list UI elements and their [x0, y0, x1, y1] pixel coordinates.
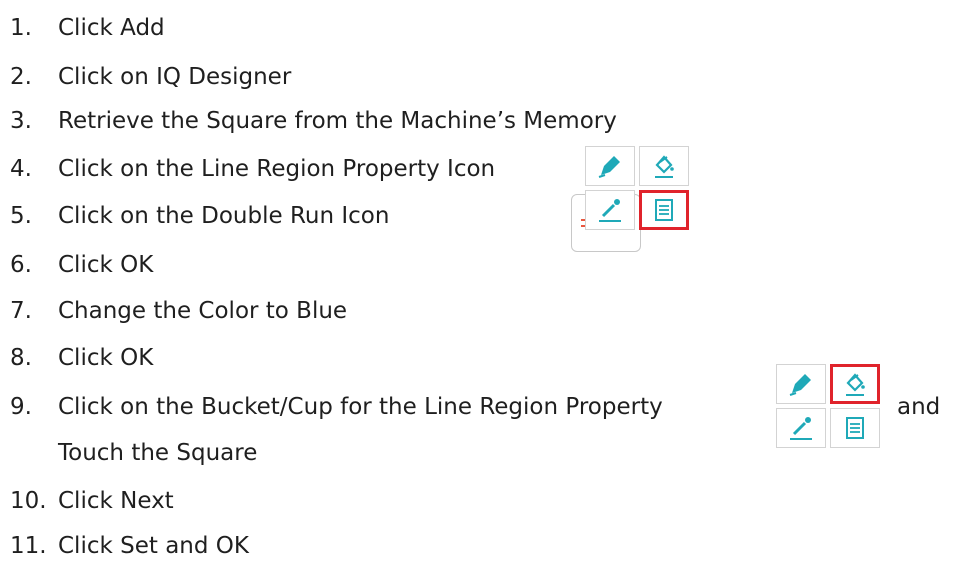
step-5: 5. Click on the Double Run Icon	[10, 202, 389, 230]
step-10: 10. Click Next	[10, 487, 174, 515]
step-text: Change the Color to Blue	[58, 298, 348, 324]
step-text: Click on the Line Region Property Icon	[58, 156, 496, 182]
step-text: Click Next	[58, 488, 174, 514]
step-1: 1. Click Add	[10, 14, 165, 42]
step-number: 5.	[10, 203, 32, 229]
step-text: Click on the Bucket/Cup for the Line Reg…	[58, 394, 663, 420]
step-3: 3. Retrieve the Square from the Machine’s…	[10, 107, 617, 135]
step-number: 8.	[10, 345, 32, 371]
step-text: Retrieve the Square from the Machine’s M…	[58, 108, 617, 134]
step-number: 2.	[10, 64, 32, 90]
step-number: 4.	[10, 156, 32, 182]
step-number: 3.	[10, 108, 32, 134]
line-region-property-icon	[830, 408, 880, 448]
step-text: Click OK	[58, 252, 154, 278]
step-text: Click on IQ Designer	[58, 64, 292, 90]
step-number: 10.	[10, 488, 47, 514]
step-text: Click Set and OK	[58, 533, 249, 559]
step-9: 9. Click on the Bucket/Cup for the Line R…	[10, 393, 663, 421]
line-region-property-icon	[639, 190, 689, 230]
bucket-icon	[639, 146, 689, 186]
step-9-continuation: Touch the Square	[58, 440, 258, 466]
step-4: 4. Click on the Line Region Property Icon	[10, 155, 495, 183]
pen-icon	[585, 146, 635, 186]
step-7: 7. Change the Color to Blue	[10, 297, 347, 325]
step-number: 6.	[10, 252, 32, 278]
bucket-icon	[830, 364, 880, 404]
step-2: 2. Click on IQ Designer	[10, 63, 291, 91]
step-text: Click OK	[58, 345, 154, 371]
step-number: 1.	[10, 15, 32, 41]
eyedropper-icon	[585, 190, 635, 230]
step-9-suffix: and	[897, 394, 941, 420]
step-number: 11.	[10, 533, 47, 559]
step-text: Click Add	[58, 15, 165, 41]
eyedropper-icon	[776, 408, 826, 448]
step-number: 7.	[10, 298, 32, 324]
pen-icon	[776, 364, 826, 404]
step-6: 6. Click OK	[10, 251, 153, 279]
step-8: 8. Click OK	[10, 344, 153, 372]
step-11: 11. Click Set and OK	[10, 532, 249, 560]
step-number: 9.	[10, 394, 32, 420]
step-text: Click on the Double Run Icon	[58, 203, 390, 229]
